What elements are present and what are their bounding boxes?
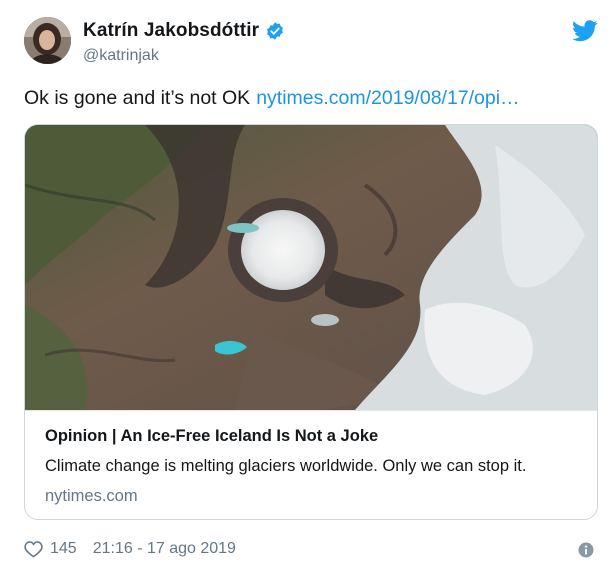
tweet-body: Ok is gone and it’s not OK xyxy=(24,87,251,109)
card-image[interactable] xyxy=(25,125,597,410)
tweet-timestamp[interactable]: 21:16 - 17 ago 2019 xyxy=(93,540,236,558)
info-icon[interactable] xyxy=(578,542,594,558)
like-count[interactable]: 145 xyxy=(50,540,77,558)
author-name-row[interactable]: Katrín Jakobsdóttir xyxy=(83,20,285,42)
tweet-text: Ok is gone and it’s not OK nytimes.com/20… xyxy=(24,87,520,110)
verified-badge-icon xyxy=(265,21,285,41)
author-handle[interactable]: @katrinjak xyxy=(83,47,159,65)
author-avatar[interactable] xyxy=(24,17,71,64)
card-description: Climate change is melting glaciers world… xyxy=(45,457,527,475)
card-title[interactable]: Opinion | An Ice-Free Iceland Is Not a J… xyxy=(45,427,378,446)
tweet-link[interactable]: nytimes.com/2019/08/17/opi… xyxy=(256,87,519,109)
twitter-bird-icon[interactable] xyxy=(572,20,598,42)
link-preview-card[interactable]: Opinion | An Ice-Free Iceland Is Not a J… xyxy=(24,124,598,520)
card-domain: nytimes.com xyxy=(45,487,138,505)
heart-icon[interactable] xyxy=(24,540,43,558)
author-display-name[interactable]: Katrín Jakobsdóttir xyxy=(83,20,259,42)
tweet-footer: 145 21:16 - 17 ago 2019 xyxy=(24,540,236,558)
card-body[interactable]: Opinion | An Ice-Free Iceland Is Not a J… xyxy=(25,410,597,519)
